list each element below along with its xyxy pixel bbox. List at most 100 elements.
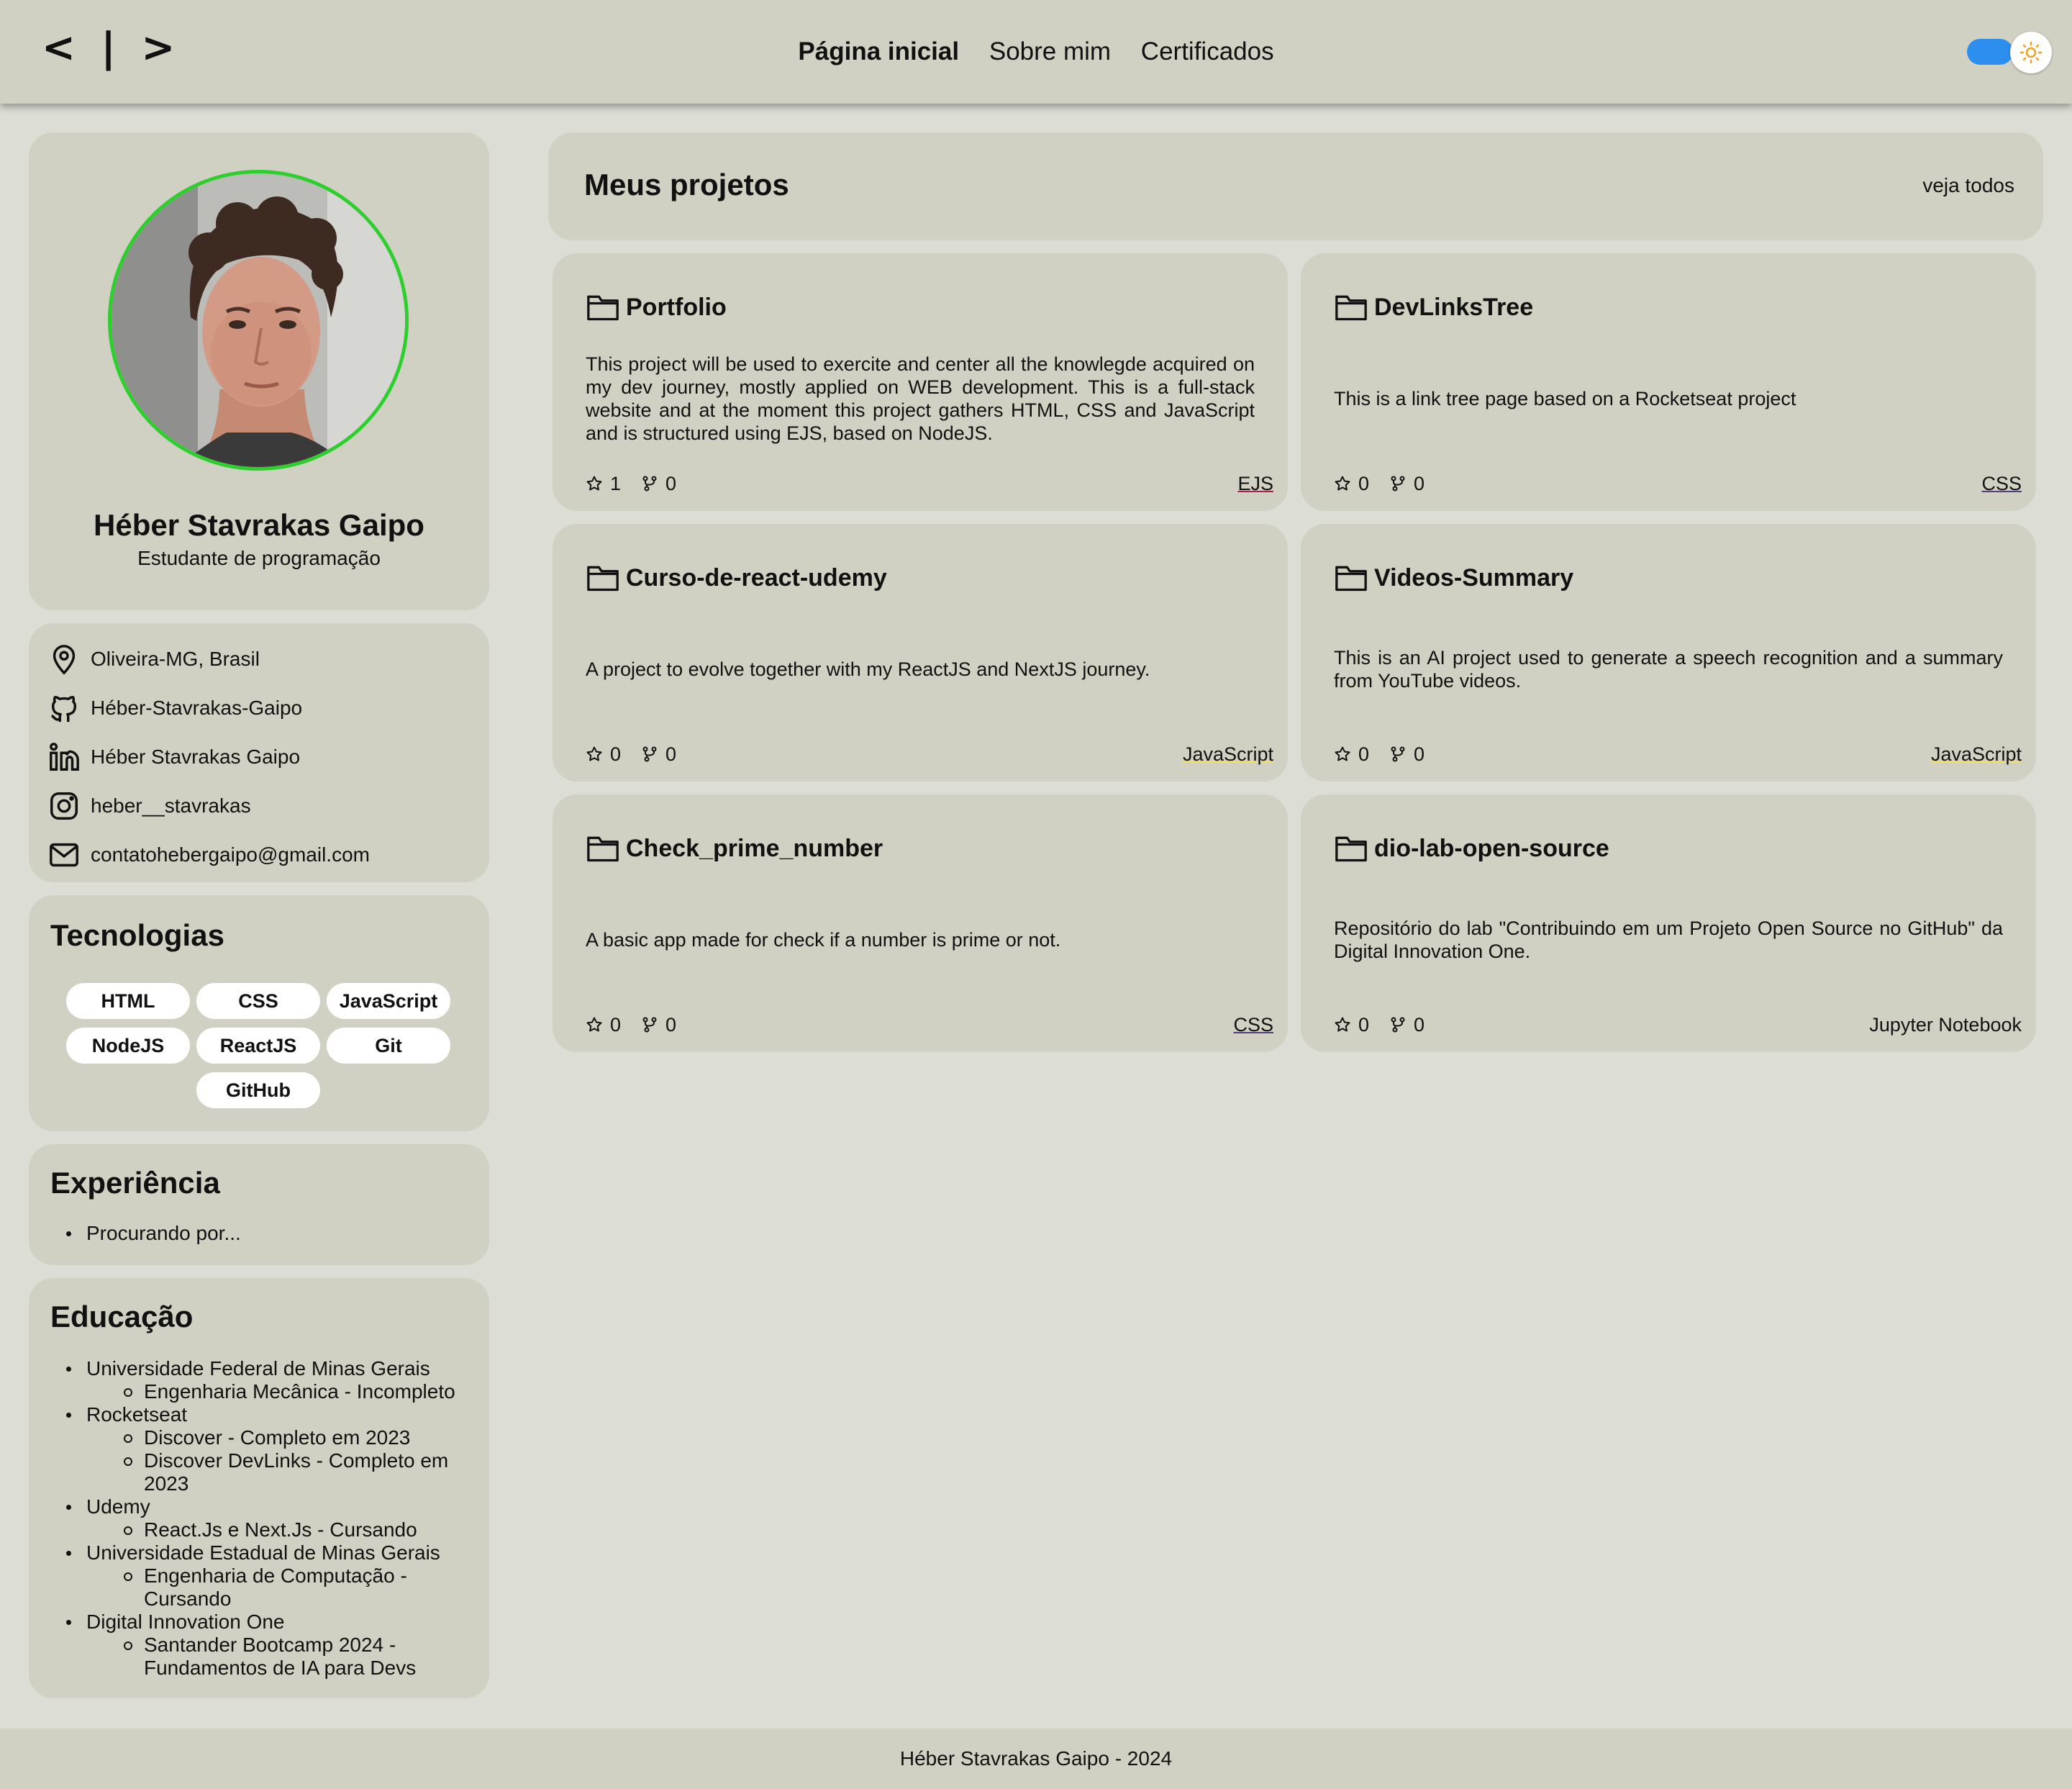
education-subitem: Engenharia de Computação - Cursando	[124, 1564, 432, 1611]
profile-role: Estudante de programação	[137, 547, 381, 569]
repo-card[interactable]: Check_prime_number A basic app made for …	[553, 794, 1288, 1052]
repo-description: A basic app made for check if a number i…	[586, 929, 1061, 951]
fork-count: 0	[665, 1013, 677, 1036]
nav-home[interactable]: Página inicial	[798, 32, 959, 72]
fork-count: 0	[665, 472, 677, 494]
star-count: 0	[1358, 1013, 1370, 1036]
sun-icon	[2019, 41, 2043, 64]
repo-description: A project to evolve together with my Rea…	[586, 658, 1150, 680]
repo-description: This is an AI project used to generate a…	[1334, 647, 2003, 692]
contacts-card: Oliveira-MG, Brasil Héber-Stavrakas-Gaip…	[29, 623, 489, 882]
education-title: Educação	[50, 1300, 194, 1333]
folder-icon	[587, 295, 619, 321]
education-item: Universidade Federal de Minas Gerais	[66, 1357, 430, 1380]
repo-language: EJS	[1237, 473, 1273, 494]
education-subitem: Santander Bootcamp 2024 - Fundamentos de…	[124, 1634, 432, 1680]
star-icon	[1335, 476, 1350, 491]
repo-stats: 0 0	[586, 1012, 696, 1038]
avatar-photo	[112, 173, 405, 467]
theme-toggle[interactable]	[1967, 39, 2013, 65]
experience-card: Experiência Procurando por...	[29, 1144, 489, 1265]
profile-card: Héber Stavrakas Gaipo Estudante de progr…	[29, 132, 489, 610]
fork-count: 0	[1414, 743, 1425, 765]
repo-language: JavaScript	[1930, 743, 2022, 765]
fork-count: 0	[1414, 472, 1425, 494]
repo-stats: 0 0	[586, 741, 696, 767]
tech-pill: Git	[327, 1028, 450, 1064]
repo-card[interactable]: Portfolio This project will be used to e…	[553, 253, 1288, 511]
repo-card[interactable]: dio-lab-open-source Repositório do lab "…	[1301, 794, 2036, 1052]
education-item: Universidade Estadual de Minas Gerais	[66, 1541, 440, 1564]
contact-location-text: Oliveira-MG, Brasil	[91, 648, 260, 670]
contact-linkedin-text: Héber Stavrakas Gaipo	[91, 746, 301, 768]
mail-icon	[50, 843, 78, 867]
see-all-link[interactable]: veja todos	[1922, 173, 2014, 199]
contact-github[interactable]: Héber-Stavrakas-Gaipo	[47, 687, 302, 730]
theme-toggle-knob[interactable]	[2010, 32, 2052, 73]
projects-title: Meus projetos	[584, 168, 789, 201]
tech-pill: NodeJS	[66, 1028, 190, 1064]
contact-email[interactable]: contatohebergaipo@gmail.com	[47, 833, 370, 877]
fork-icon	[1391, 1017, 1405, 1033]
folder-icon	[587, 836, 619, 862]
repo-title[interactable]: Curso-de-react-udemy	[586, 560, 887, 596]
repo-title[interactable]: Portfolio	[586, 289, 727, 325]
fork-count: 0	[665, 743, 677, 765]
profile-name: Héber Stavrakas Gaipo	[94, 508, 424, 542]
repo-stats: 1 0	[586, 471, 696, 497]
repo-description: This is a link tree page based on a Rock…	[1334, 388, 1796, 409]
repo-name: DevLinksTree	[1374, 293, 1534, 321]
repo-language: CSS	[1981, 473, 2022, 494]
repo-card[interactable]: DevLinksTree This is a link tree page ba…	[1301, 253, 2036, 511]
projects-header: Meus projetos veja todos	[548, 132, 2043, 240]
main-nav: Página inicial Sobre mim Certificados	[0, 32, 2072, 72]
repo-stats: 0 0	[1334, 741, 1445, 767]
nav-about[interactable]: Sobre mim	[989, 32, 1111, 72]
star-icon	[1335, 746, 1350, 761]
repo-name: Curso-de-react-udemy	[626, 563, 887, 592]
page-footer: Héber Stavrakas Gaipo - 2024	[0, 1729, 2072, 1789]
repo-name: dio-lab-open-source	[1374, 834, 1609, 862]
folder-icon	[1335, 566, 1367, 592]
education-subitem: Engenharia Mecânica - Incompleto	[124, 1380, 475, 1403]
repo-language: Jupyter Notebook	[1869, 1014, 2022, 1036]
fork-icon	[1391, 746, 1405, 762]
education-subitem: React.Js e Next.Js - Cursando	[124, 1518, 475, 1541]
repo-title[interactable]: dio-lab-open-source	[1334, 830, 1609, 866]
repo-title[interactable]: DevLinksTree	[1334, 289, 1533, 325]
star-count: 0	[1358, 743, 1370, 765]
folder-icon	[587, 566, 619, 592]
contact-linkedin[interactable]: Héber Stavrakas Gaipo	[47, 735, 300, 779]
nav-certificates[interactable]: Certificados	[1141, 32, 1274, 72]
fork-icon	[642, 476, 657, 492]
contact-instagram[interactable]: heber__stavrakas	[47, 784, 251, 828]
technologies-title: Tecnologias	[50, 918, 224, 952]
tech-pill: GitHub	[196, 1072, 320, 1108]
repo-card[interactable]: Curso-de-react-udemy A project to evolve…	[553, 524, 1288, 782]
github-icon	[51, 696, 77, 723]
education-card: Educação Universidade Federal de Minas G…	[29, 1278, 489, 1698]
repo-title[interactable]: Videos-Summary	[1334, 560, 1573, 596]
fork-icon	[642, 1017, 657, 1033]
education-item: Digital Innovation One	[66, 1611, 285, 1633]
education-subitem: Discover - Completo em 2023	[124, 1426, 475, 1449]
instagram-icon	[50, 792, 78, 820]
contact-instagram-text: heber__stavrakas	[91, 794, 251, 817]
star-count: 0	[610, 743, 622, 765]
experience-item: Procurando por...	[66, 1222, 241, 1244]
repo-name: Videos-Summary	[1374, 563, 1574, 592]
folder-icon	[1335, 836, 1367, 862]
star-icon	[586, 746, 602, 761]
repo-card[interactable]: Videos-Summary This is an AI project use…	[1301, 524, 2036, 782]
repo-name: Portfolio	[626, 293, 727, 321]
technologies-card: Tecnologias HTML CSS JavaScript NodeJS R…	[29, 895, 489, 1131]
repo-title[interactable]: Check_prime_number	[586, 830, 883, 866]
education-item: Rocketseat	[65, 1403, 188, 1426]
star-icon	[586, 476, 602, 491]
folder-icon	[1335, 295, 1367, 321]
contact-location: Oliveira-MG, Brasil	[47, 638, 260, 681]
star-icon	[586, 1017, 602, 1032]
tech-pill: HTML	[66, 983, 190, 1019]
star-count: 0	[1358, 472, 1370, 494]
repo-description: Repositório do lab "Contribuindo em um P…	[1334, 918, 2003, 962]
